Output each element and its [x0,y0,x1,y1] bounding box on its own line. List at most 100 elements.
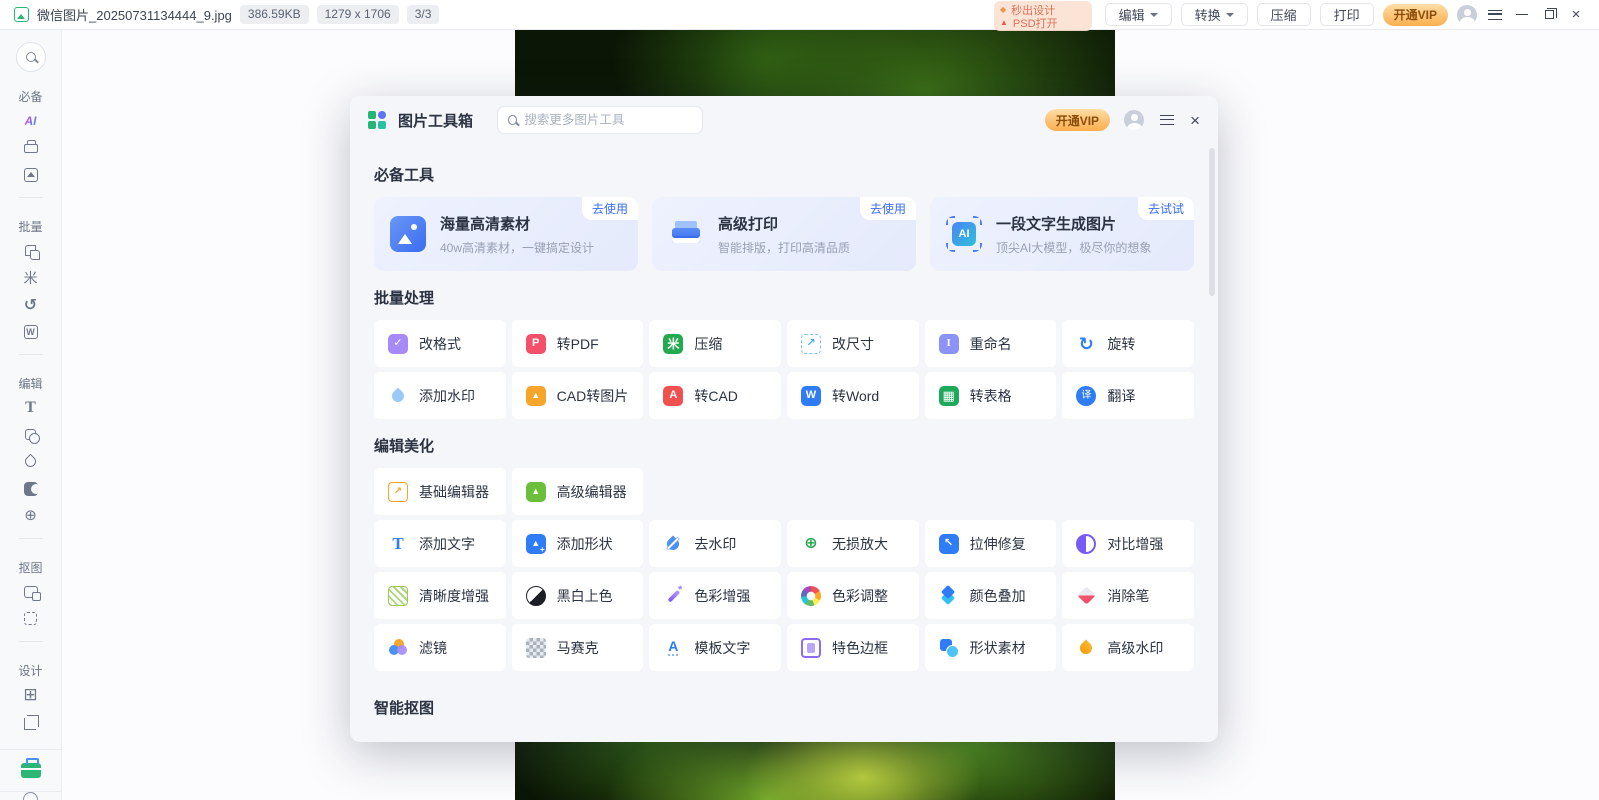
close-window-button[interactable]: × [1567,6,1585,24]
promo-psd-open[interactable]: ▲PSD打开 [1000,16,1086,29]
toolbox-search-input[interactable] [524,113,692,127]
minimize-button[interactable] [1513,6,1531,24]
tool-lossless-upscale[interactable]: 无损放大 [787,520,919,567]
tool-color-overlay[interactable]: 颜色叠加 [925,572,1057,619]
tool-compress[interactable]: 压缩 [649,320,781,367]
tool-translate[interactable]: 翻译 [1062,372,1194,419]
resize-icon [801,334,821,354]
go-try-badge[interactable]: 去试试 [1138,197,1194,220]
print-button[interactable]: 打印 [1320,3,1374,26]
sidebar-item-cutout-image[interactable] [16,578,46,605]
water-drop-icon [23,454,39,470]
edit-menu-button[interactable]: 编辑 [1105,3,1172,26]
sidebar-item-toolbox-active[interactable] [0,749,62,792]
tool-rename[interactable]: 重命名 [925,320,1057,367]
divider [19,197,43,198]
tool-to-pdf[interactable]: 转PDF [512,320,644,367]
color-overlay-icon [939,586,959,606]
go-use-badge[interactable]: 去使用 [582,197,638,220]
card-hd-materials[interactable]: 海量高清素材40w高清素材，一键搞定设计 去使用 [374,197,638,271]
sidebar-item-cutout-selection[interactable] [16,605,46,632]
tool-advanced-watermark[interactable]: 高级水印 [1062,624,1194,671]
user-avatar[interactable] [1457,5,1477,25]
app-menu-button[interactable] [1486,6,1504,24]
sidebar-item-batch-convert[interactable] [16,237,46,264]
sidebar-item-ai[interactable]: AI [16,107,46,134]
lossless-upscale-icon [801,534,821,554]
tool-clarity-enhance[interactable]: 清晰度增强 [374,572,506,619]
zoom-plus-icon [24,506,37,525]
compress-button[interactable]: 压缩 [1257,3,1311,26]
tool-advanced-editor[interactable]: 高级编辑器 [512,468,644,515]
section-title-essentials: 必备工具 [374,164,1194,185]
toolbox-logo-icon [368,111,386,129]
tool-template-text[interactable]: 模板文字 [649,624,781,671]
tool-rotate[interactable]: 旋转 [1062,320,1194,367]
add-text-icon [388,534,408,554]
tool-resize[interactable]: 改尺寸 [787,320,919,367]
convert-icon [25,245,36,256]
modal-scrollbar-thumb[interactable] [1209,148,1215,296]
printer-icon [24,144,38,153]
sidebar-item-batch-compress[interactable] [16,264,46,291]
sidebar-group-essentials: 必备 [18,88,42,105]
tool-stretch-repair[interactable]: 拉伸修复 [925,520,1057,567]
cutout-image-icon [24,586,38,598]
modal-scroll-area[interactable]: 必备工具 海量高清素材40w高清素材，一键搞定设计 去使用 高级打印智能排版，打… [350,144,1218,718]
sidebar-item-collage[interactable] [16,681,46,708]
sidebar-item-enhance-zoom[interactable] [16,502,46,529]
modal-close-button[interactable]: × [1190,112,1200,129]
tool-to-table[interactable]: 转表格 [925,372,1057,419]
sidebar-item-batch-word[interactable] [16,318,46,345]
tool-shape-assets[interactable]: 形状素材 [925,624,1057,671]
modal-user-avatar[interactable] [1124,110,1144,130]
file-size-badge: 386.59KB [240,5,309,23]
tool-color-adjust[interactable]: 色彩调整 [787,572,919,619]
tool-add-shape[interactable]: 添加形状 [512,520,644,567]
sidebar-item-contrast[interactable] [16,475,46,502]
sidebar-item-crop[interactable] [16,708,46,735]
tool-cad-to-image[interactable]: CAD转图片 [512,372,644,419]
to-word-icon [801,386,821,406]
sidebar-search-button[interactable] [16,42,46,72]
rotate-icon [1076,334,1096,354]
card-ai-text-to-image[interactable]: 一段文字生成图片顶尖AI大模型，极尽你的想象 去试试 [930,197,1194,271]
vip-upgrade-button[interactable]: 开通VIP [1383,4,1448,26]
convert-menu-button[interactable]: 转换 [1181,3,1248,26]
tool-to-word[interactable]: 转Word [787,372,919,419]
tool-special-border[interactable]: 特色边框 [787,624,919,671]
tool-remove-watermark[interactable]: 去水印 [649,520,781,567]
advanced-editor-icon [526,482,546,502]
rotate-icon [24,295,37,315]
tool-add-text[interactable]: 添加文字 [374,520,506,567]
tool-add-watermark[interactable]: 添加水印 [374,372,506,419]
help-icon[interactable] [23,792,38,800]
sidebar-item-materials[interactable] [16,161,46,188]
card-advanced-print[interactable]: 高级打印智能排版，打印高清品质 去使用 [652,197,916,271]
contrast-icon [24,482,38,496]
promo-instant-design[interactable]: ◆秒出设计 [1000,3,1086,16]
tool-format-convert[interactable]: 改格式 [374,320,506,367]
modal-menu-button[interactable] [1158,111,1176,129]
toolbox-search-box[interactable] [497,106,703,134]
maximize-button[interactable] [1540,6,1558,24]
tool-contrast-enhance[interactable]: 对比增强 [1062,520,1194,567]
tool-basic-editor[interactable]: 基础编辑器 [374,468,506,515]
sidebar-item-shapes[interactable] [16,421,46,448]
modal-vip-button[interactable]: 开通VIP [1045,109,1110,131]
compress-icon [663,334,683,354]
tool-mosaic[interactable]: 马赛克 [512,624,644,671]
image-toolbox-modal: 图片工具箱 开通VIP × 必备工具 海量高清素材40w高清素材，一键搞定设计 … [350,96,1218,742]
sidebar-item-batch-rotate[interactable] [16,291,46,318]
tool-filter[interactable]: 滤镜 [374,624,506,671]
sidebar-item-watermark[interactable] [16,448,46,475]
tool-eraser-pen[interactable]: 消除笔 [1062,572,1194,619]
remove-watermark-icon [663,534,683,554]
app-logo-icon [14,7,29,22]
go-use-badge[interactable]: 去使用 [860,197,916,220]
sidebar-item-add-text[interactable] [16,394,46,421]
sidebar-item-print[interactable] [16,134,46,161]
tool-bw-colorize[interactable]: 黑白上色 [512,572,644,619]
tool-color-enhance[interactable]: 色彩增强 [649,572,781,619]
tool-to-cad[interactable]: 转CAD [649,372,781,419]
